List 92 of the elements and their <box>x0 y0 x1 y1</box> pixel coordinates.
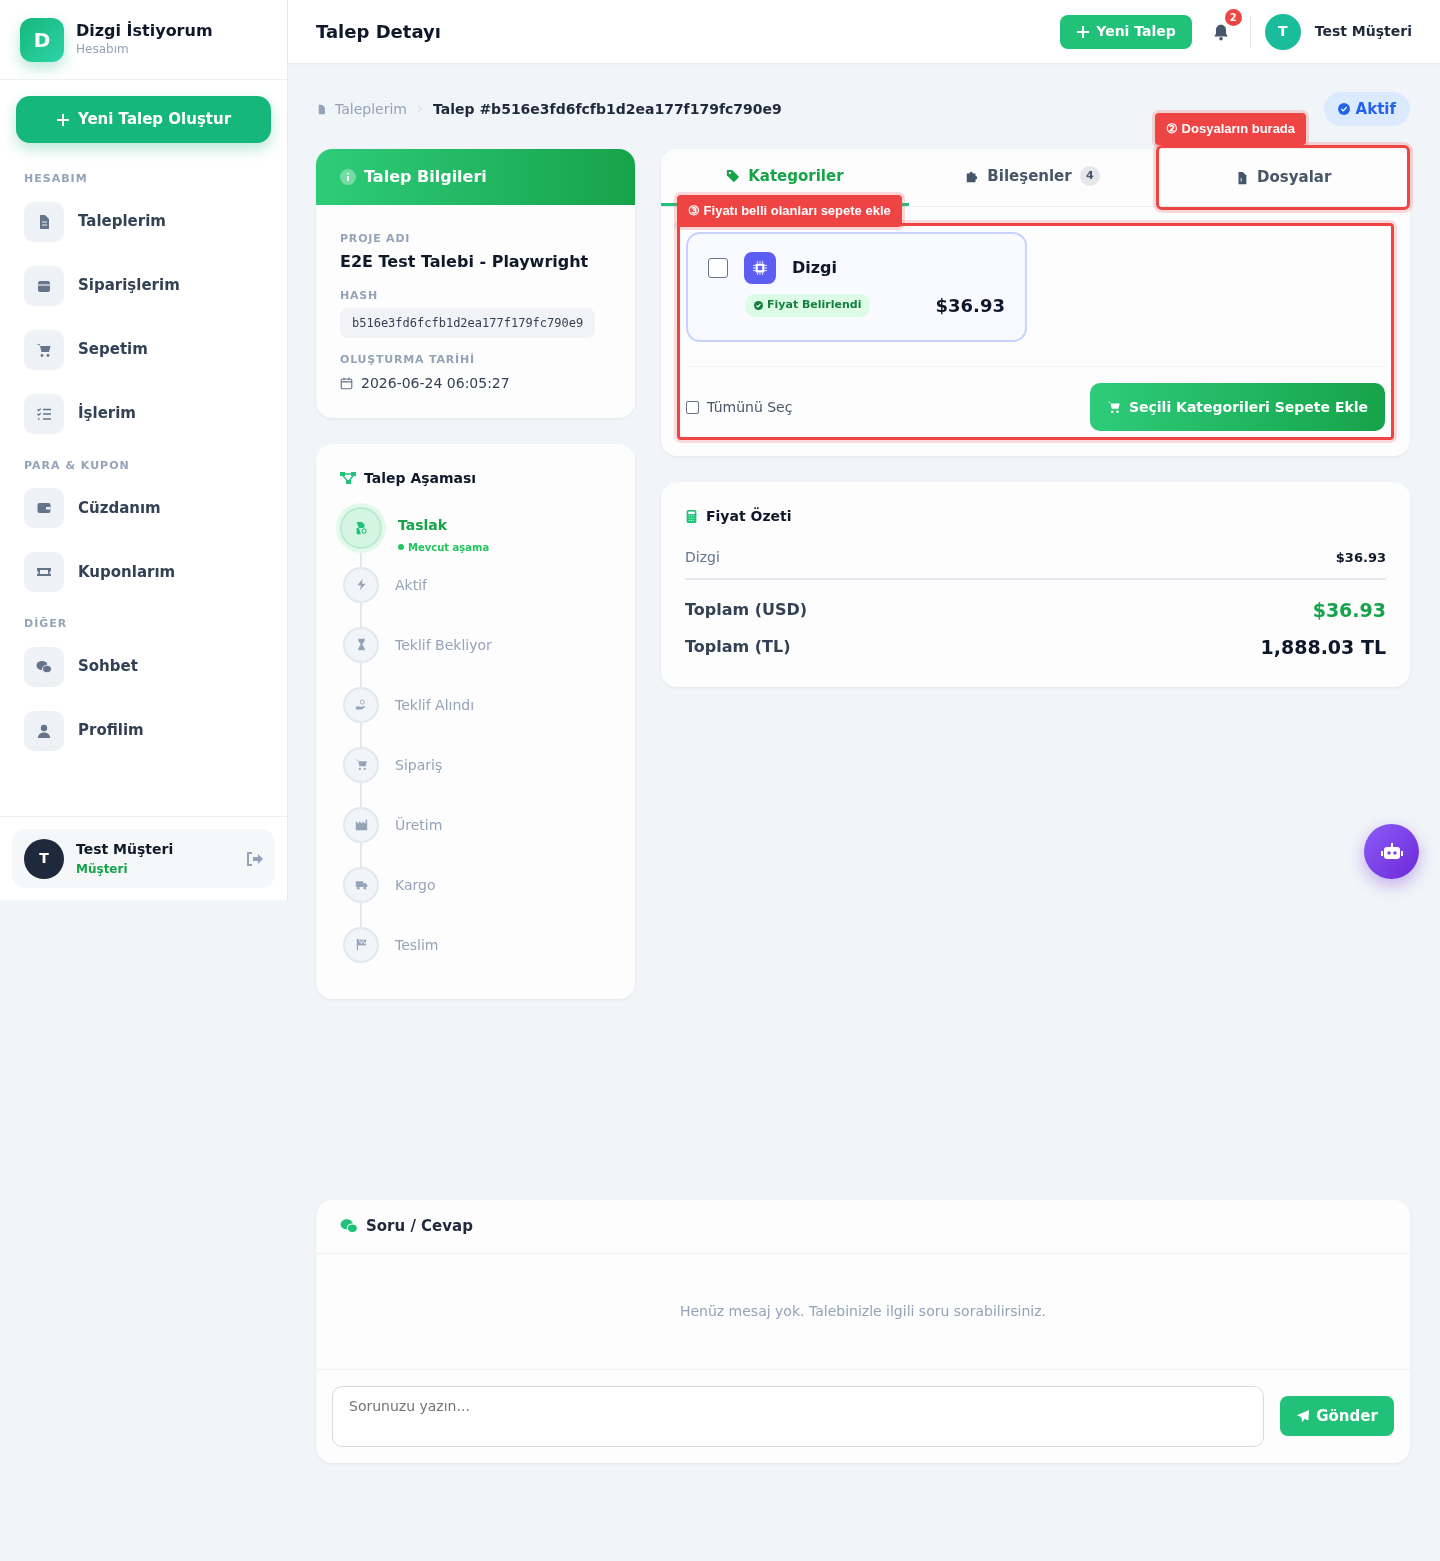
cart-icon <box>36 341 52 358</box>
user-name: Test Müşteri <box>1314 22 1412 41</box>
user-name: Test Müşteri <box>76 840 175 859</box>
flag-icon <box>354 938 368 951</box>
sidebar-item[interactable]: Taleplerim <box>0 189 287 254</box>
chat-icon <box>36 658 52 675</box>
brand-subtitle: Hesabım <box>76 41 130 59</box>
person-icon <box>36 722 52 739</box>
calculator-icon <box>685 510 698 523</box>
annotation-tooltip: ③ Fiyatı belli olanları sepete ekle <box>677 195 902 227</box>
factory-icon <box>354 818 368 831</box>
logo: D <box>20 17 64 62</box>
sidebar-item[interactable]: Sohbet <box>0 634 287 699</box>
section-heading: DİĞER <box>23 616 69 632</box>
check-circle-icon <box>754 301 763 310</box>
line-value: $36.93 <box>1335 548 1386 567</box>
question-input[interactable]: Sorunuzu yazın... <box>332 1385 1264 1447</box>
status-dot-icon <box>398 544 404 550</box>
chevron-icon <box>415 104 425 114</box>
line-label: Dizgi <box>685 548 720 567</box>
plus-icon <box>55 112 70 127</box>
card-title: Talep Aşaması <box>364 468 477 488</box>
cart-icon <box>354 758 368 771</box>
check-circle-icon <box>1337 103 1350 115</box>
nodes-icon <box>340 470 356 486</box>
chatbot-button[interactable] <box>1364 824 1419 879</box>
avatar: T <box>24 838 64 879</box>
avatar: T <box>1264 13 1301 50</box>
breadcrumb-current: Talep #b516e3fd6fcfb1d2ea177f179fc790e9 <box>433 99 782 119</box>
sidebar-item[interactable]: Siparişlerim <box>0 253 287 318</box>
stage-note: Mevcut aşama <box>408 540 490 555</box>
stage-label: Teklif Alındı <box>395 695 475 715</box>
sidebar-item[interactable]: Cüzdanım <box>0 476 287 540</box>
field-label: HASH <box>340 287 380 304</box>
total-label: Toplam (TL) <box>685 635 791 658</box>
card-title: Soru / Cevap <box>366 1215 473 1237</box>
project-name: E2E Test Talebi - Playwright <box>340 250 590 273</box>
total-value: $36.93 <box>1312 598 1386 623</box>
stage-label: Teslim <box>395 935 439 955</box>
file-plus-icon <box>354 520 368 535</box>
puzzle-icon <box>965 169 980 183</box>
document-icon <box>316 103 327 115</box>
robot-icon <box>1380 841 1403 862</box>
checkbox[interactable] <box>708 258 728 278</box>
card-title: Fiyat Özeti <box>706 506 792 526</box>
field-label: OLUŞTURMA TARİHİ <box>340 352 476 368</box>
page-title: Talep Detayı <box>316 20 441 44</box>
stage-label: Teklif Bekliyor <box>395 635 492 655</box>
hand-coin-icon <box>354 698 368 711</box>
calendar-icon <box>340 376 353 390</box>
status-chip: Fiyat Belirlendi <box>745 294 871 317</box>
hash-value: b516e3fd6fcfb1d2ea177f179fc790e9 <box>340 308 596 338</box>
annotation-tooltip: ② Dosyaların burada <box>1155 113 1307 145</box>
notification-badge: 2 <box>1224 8 1242 26</box>
count-badge: 4 <box>1079 166 1100 186</box>
stage-label: Aktif <box>395 575 427 595</box>
status-badge: Aktif <box>1323 91 1410 127</box>
tag-icon <box>726 169 741 183</box>
sidebar-item[interactable]: İşlerim <box>0 381 287 446</box>
tab[interactable]: Dosyalar <box>1156 145 1410 210</box>
tab[interactable]: Bileşenler 4 <box>908 149 1157 206</box>
section-heading: HESABIM <box>23 171 89 187</box>
sidebar-item[interactable]: Sepetim <box>0 317 287 382</box>
checklist-icon <box>36 405 52 422</box>
sidebar-item[interactable]: Profilim <box>0 698 287 763</box>
sidebar-item[interactable]: Kuponlarım <box>0 540 287 604</box>
total-label: Toplam (USD) <box>685 599 808 622</box>
send-icon <box>1296 1409 1311 1423</box>
chat-icon <box>340 1217 358 1235</box>
category-price: $36.93 <box>935 294 1005 318</box>
info-icon <box>340 169 356 185</box>
section-heading: PARA & KUPON <box>23 457 131 474</box>
stage-label: Kargo <box>395 875 436 895</box>
stage-label: Taslak <box>398 515 449 535</box>
bell-icon <box>1211 22 1230 41</box>
category-name: Dizgi <box>792 257 837 279</box>
user-role: Müşteri <box>76 861 129 878</box>
chip-icon <box>744 252 776 284</box>
date-value: 2026-06-24 06:05:27 <box>361 373 510 393</box>
cart-icon <box>1106 400 1121 414</box>
field-label: PROJE ADI <box>340 231 412 247</box>
total-value: 1,888.03 TL <box>1260 634 1386 660</box>
brand-title: Dizgi İstiyorum <box>76 20 213 41</box>
truck-icon <box>354 878 368 891</box>
checkbox[interactable] <box>686 400 699 414</box>
empty-message: Henüz mesaj yok. Talebinizle ilgili soru sorabilirsiniz. <box>679 1301 1047 1321</box>
wallet-icon <box>36 500 52 516</box>
stage-label: Sipariş <box>395 755 443 775</box>
select-all-label: Tümünü Seç <box>707 397 793 417</box>
card-title: Talep Bilgileri <box>364 166 487 188</box>
plus-icon <box>1076 24 1091 39</box>
stage-label: Üretim <box>395 815 443 835</box>
